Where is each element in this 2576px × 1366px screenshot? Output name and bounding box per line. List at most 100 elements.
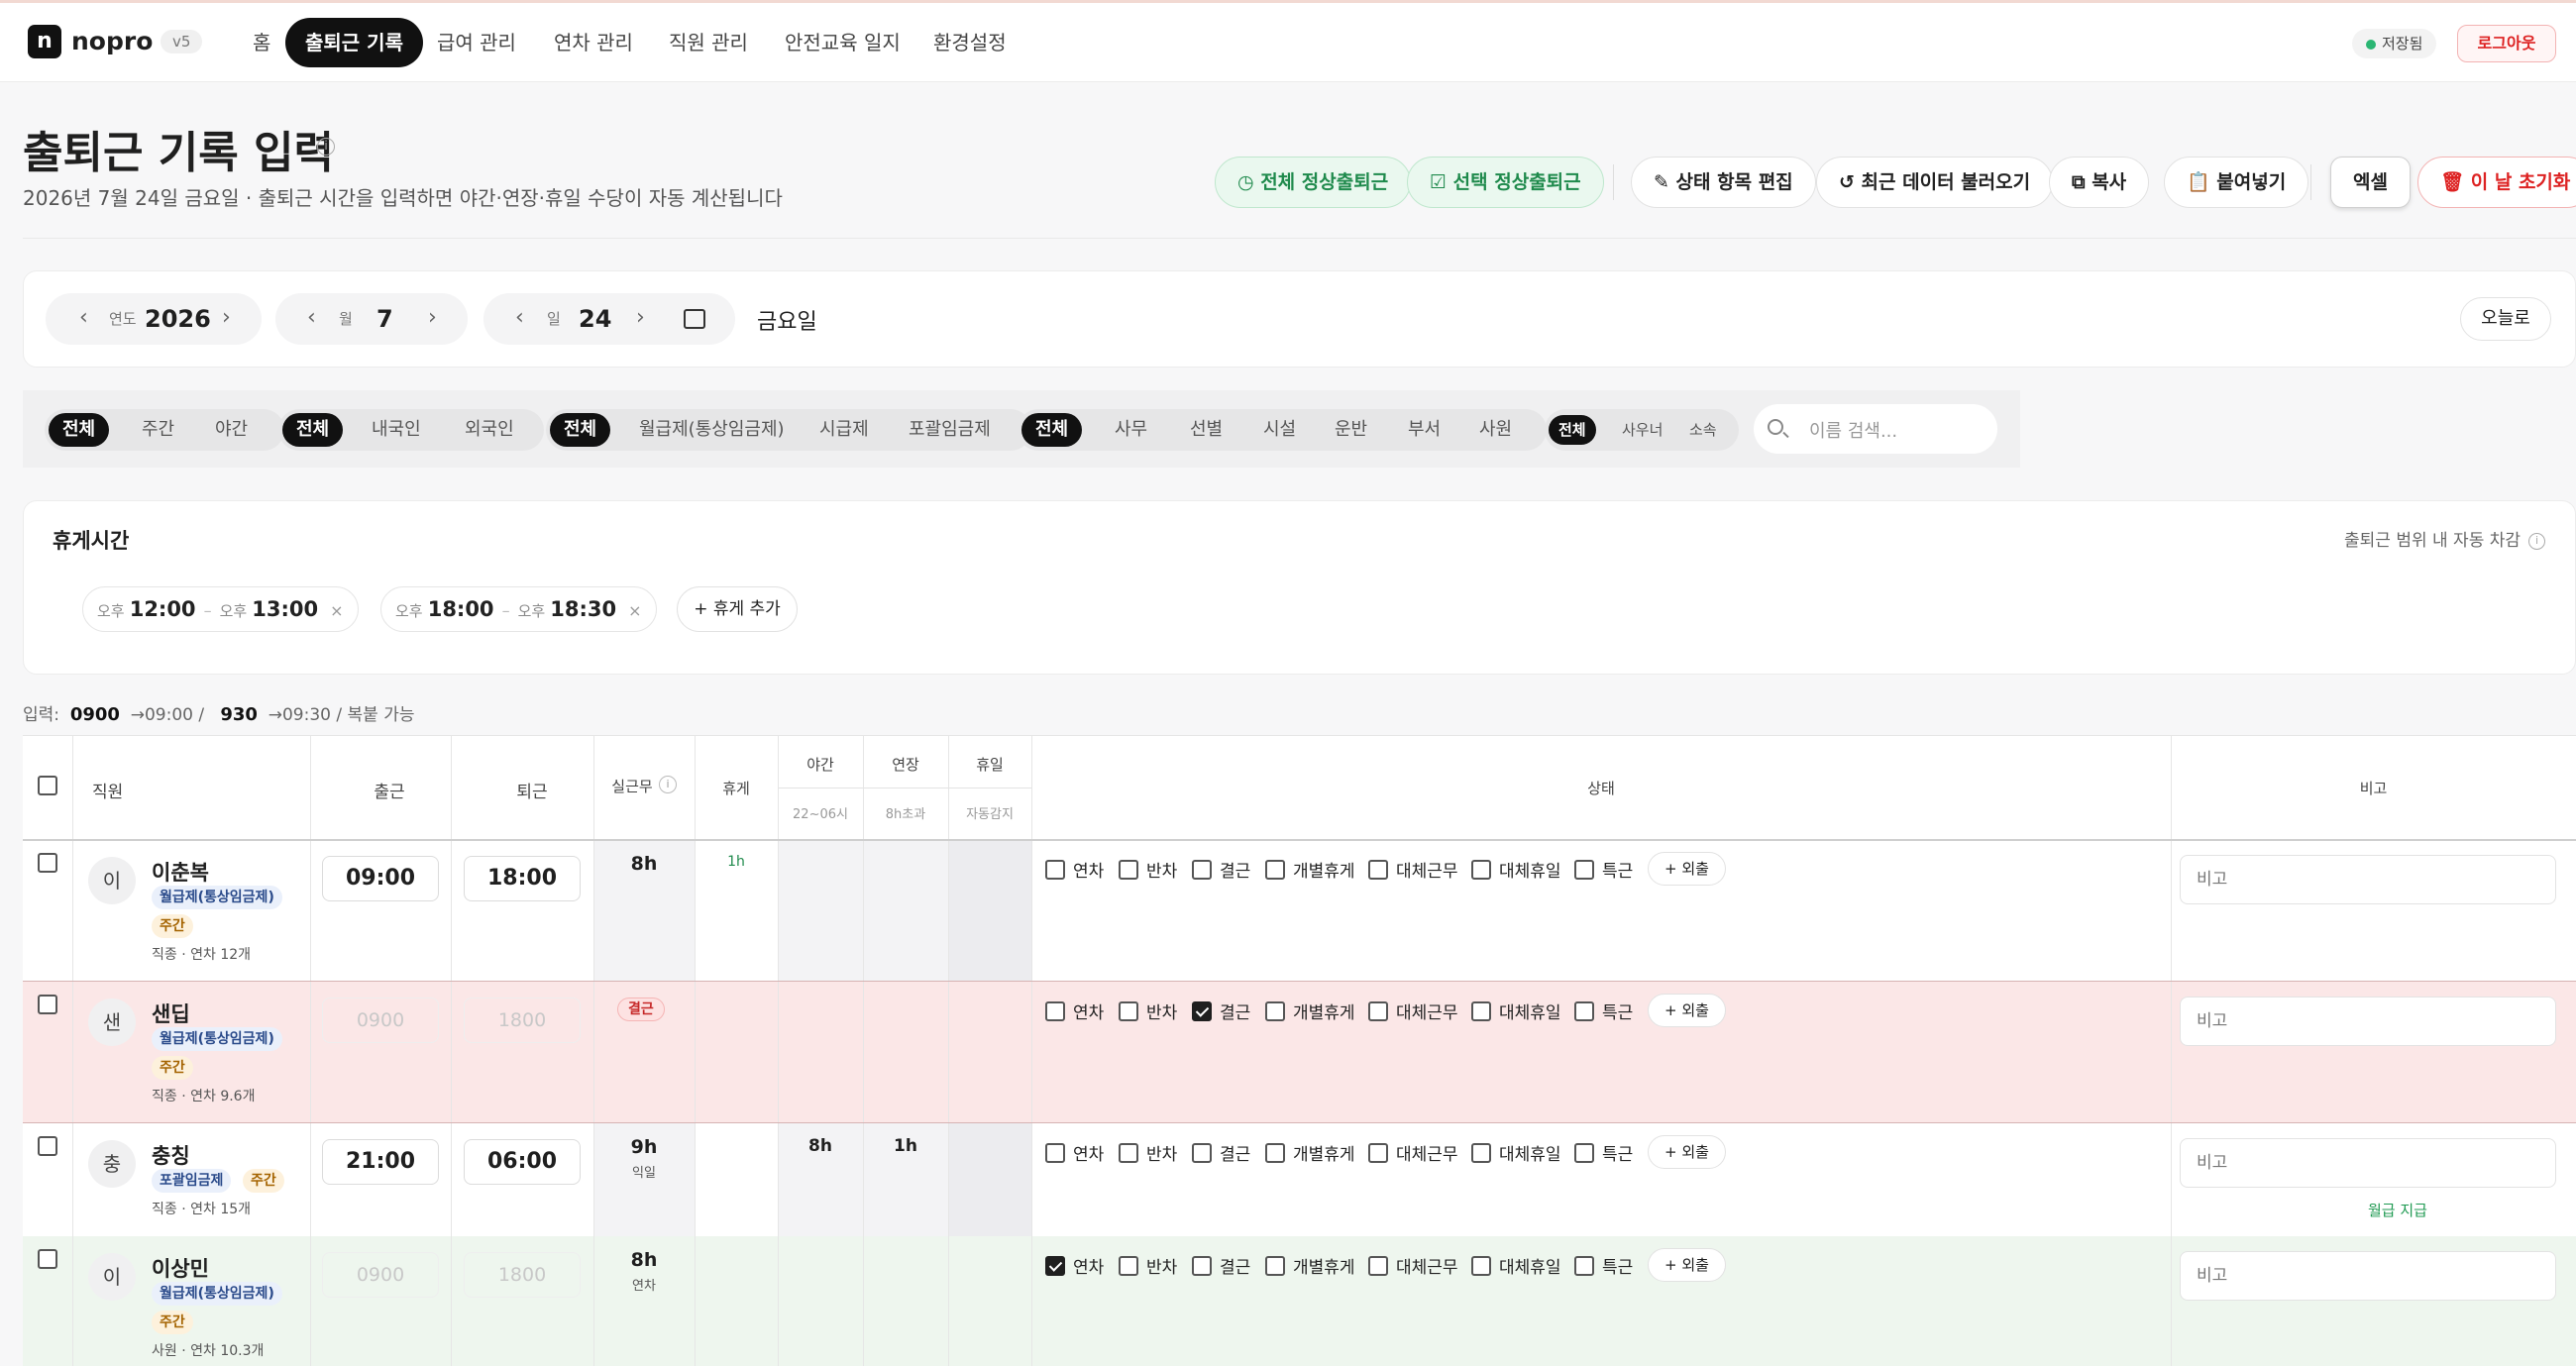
today-button[interactable]: 오늘로 [2460,297,2551,341]
status-annual-leave[interactable]: 연차 [1045,857,1104,882]
all-normal-button[interactable]: ◷ 전체 정상출퇴근 [1215,157,1412,208]
status-absent[interactable]: 결근 [1192,998,1250,1023]
status-annual-leave[interactable]: 연차 [1045,998,1104,1023]
memo-input[interactable]: 비고 [2180,997,2556,1046]
filter-nat-domestic[interactable]: 내국인 [358,413,435,447]
filter-rank-all[interactable]: 전체 [1549,415,1596,445]
clock-out-input[interactable]: 1800 [464,998,581,1043]
filter-pay-inclusive[interactable]: 포괄임금제 [895,413,1005,447]
status-substitute-work[interactable]: 대체근무 [1368,998,1458,1023]
excel-button[interactable]: 엑셀 [2330,157,2411,208]
filter-rank-1[interactable]: 사우너 [1612,415,1672,445]
status-annual-leave[interactable]: 연차 [1045,1253,1104,1278]
status-substitute-holiday[interactable]: 대체휴일 [1471,857,1561,882]
clock-in-input[interactable]: 09:00 [322,856,439,901]
status-half-day[interactable]: 반차 [1119,1253,1177,1278]
month-value[interactable]: 7 [376,293,393,345]
row-checkbox[interactable] [38,995,57,1014]
clock-out-input[interactable]: 06:00 [464,1139,581,1185]
day-value[interactable]: 24 [579,293,611,345]
filter-pay-all[interactable]: 전체 [550,413,611,447]
memo-input[interactable]: 비고 [2180,855,2556,904]
status-special-work[interactable]: 특근 [1574,1140,1633,1165]
load-recent-button[interactable]: ↺ 최근 데이터 불러오기 [1816,157,2054,208]
add-outing-button[interactable]: + 외출 [1648,1135,1726,1169]
memo-input[interactable]: 비고 [2180,1251,2556,1301]
status-half-day[interactable]: 반차 [1119,1140,1177,1165]
filter-shift-all[interactable]: 전체 [49,413,110,447]
month-prev-chevron-icon[interactable]: ‹ [307,293,316,343]
clock-out-input[interactable]: 18:00 [464,856,581,901]
status-substitute-holiday[interactable]: 대체휴일 [1471,998,1561,1023]
status-personal-break[interactable]: 개별휴게 [1265,857,1355,882]
status-special-work[interactable]: 특근 [1574,998,1633,1023]
add-outing-button[interactable]: + 외출 [1648,852,1726,886]
status-substitute-holiday[interactable]: 대체휴일 [1471,1253,1561,1278]
filter-nat-foreign[interactable]: 외국인 [451,413,528,447]
status-absent[interactable]: 결근 [1192,1253,1250,1278]
status-personal-break[interactable]: 개별휴게 [1265,1140,1355,1165]
selected-normal-button[interactable]: ☑ 선택 정상출퇴근 [1407,157,1604,208]
day-next-chevron-icon[interactable]: › [636,293,645,343]
filter-job-facility[interactable]: 시설 [1249,413,1310,447]
row-checkbox[interactable] [38,1249,57,1269]
filter-pay-monthly[interactable]: 월급제(통상임금제) [625,413,799,447]
add-break-button[interactable]: + 휴게 추가 [677,586,798,632]
nav-payroll[interactable]: 급여 관리 [417,18,536,67]
break-item[interactable]: 오후 18:00– 오후 18:30 × [380,586,657,632]
row-checkbox[interactable] [38,1136,57,1156]
status-special-work[interactable]: 특근 [1574,1253,1633,1278]
filter-job-office[interactable]: 사무 [1101,413,1161,447]
clock-out-input[interactable]: 1800 [464,1252,581,1298]
calendar-icon[interactable] [684,309,705,329]
status-personal-break[interactable]: 개별휴게 [1265,1253,1355,1278]
paste-button[interactable]: 📋 붙여넣기 [2164,157,2309,208]
status-annual-leave[interactable]: 연차 [1045,1140,1104,1165]
year-value[interactable]: 2026 [145,293,211,345]
name-search-input[interactable]: 이름 검색... [1754,404,1997,454]
nav-home[interactable]: 홈 [233,18,290,67]
edit-status-button[interactable]: ✎ 상태 항목 편집 [1631,157,1816,208]
status-substitute-work[interactable]: 대체근무 [1368,1140,1458,1165]
memo-input[interactable]: 비고 [2180,1138,2556,1188]
remove-break-icon[interactable]: × [628,601,641,620]
status-absent[interactable]: 결근 [1192,857,1250,882]
status-special-work[interactable]: 특근 [1574,857,1633,882]
nav-safety-log[interactable]: 안전교육 일지 [765,18,920,67]
filter-job-transport[interactable]: 운반 [1321,413,1381,447]
copy-button[interactable]: ⧉ 복사 [2049,157,2150,208]
add-outing-button[interactable]: + 외출 [1648,994,1726,1027]
filter-rank-2[interactable]: 소속 [1679,415,1727,445]
status-half-day[interactable]: 반차 [1119,998,1177,1023]
reset-day-button[interactable]: 🗑 이 날 초기화 [2417,157,2576,208]
status-substitute-work[interactable]: 대체근무 [1368,1253,1458,1278]
row-checkbox[interactable] [38,853,57,873]
month-next-chevron-icon[interactable]: › [428,293,437,343]
clock-in-input[interactable]: 21:00 [322,1139,439,1185]
filter-pay-hourly[interactable]: 시급제 [805,413,883,447]
filter-job-all[interactable]: 전체 [1021,413,1083,447]
year-prev-chevron-icon[interactable]: ‹ [79,293,88,343]
break-item[interactable]: 오후 12:00– 오후 13:00 × [82,586,359,632]
clock-in-input[interactable]: 0900 [322,1252,439,1298]
select-all-checkbox[interactable] [38,776,57,795]
status-personal-break[interactable]: 개별휴게 [1265,998,1355,1023]
filter-shift-day[interactable]: 주간 [128,413,188,447]
status-absent[interactable]: 결근 [1192,1140,1250,1165]
filter-shift-night[interactable]: 야간 [201,413,262,447]
info-icon[interactable]: i [317,138,335,156]
info-icon[interactable]: i [2528,532,2546,550]
nav-attendance[interactable]: 출퇴근 기록 [285,18,423,67]
clock-in-input[interactable]: 0900 [322,998,439,1043]
filter-nat-all[interactable]: 전체 [282,413,344,447]
nav-settings[interactable]: 환경설정 [913,18,1026,67]
status-substitute-work[interactable]: 대체근무 [1368,857,1458,882]
year-next-chevron-icon[interactable]: › [222,293,231,343]
filter-job-sorting[interactable]: 선별 [1176,413,1236,447]
logout-button[interactable]: 로그아웃 [2457,25,2556,62]
day-prev-chevron-icon[interactable]: ‹ [515,293,524,343]
nav-employees[interactable]: 직원 관리 [649,18,768,67]
nav-leave[interactable]: 연차 관리 [534,18,653,67]
remove-break-icon[interactable]: × [330,601,343,620]
status-half-day[interactable]: 반차 [1119,857,1177,882]
